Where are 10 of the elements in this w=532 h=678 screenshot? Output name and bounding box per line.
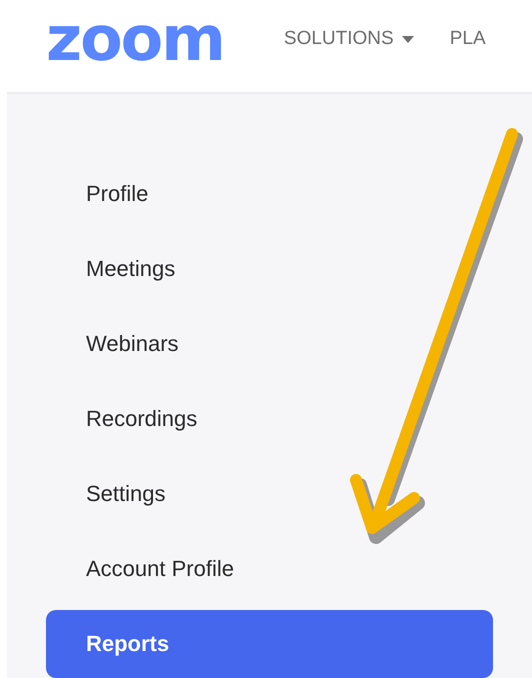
nav-link[interactable]: SOLUTIONS <box>284 28 414 50</box>
sidebar-item[interactable]: Settings <box>46 460 178 528</box>
sidebar-item[interactable]: Profile <box>46 160 160 228</box>
sidebar-item[interactable]: Reports <box>46 610 493 678</box>
nav-link[interactable]: PLA <box>450 28 486 50</box>
sidebar-item[interactable]: Meetings <box>46 235 188 303</box>
sidebar-item[interactable]: Account Profile <box>46 535 246 603</box>
caret-icon <box>402 36 414 42</box>
sidebar-item[interactable]: Webinars <box>46 310 191 378</box>
sidebar-item[interactable]: Recordings <box>46 385 210 453</box>
